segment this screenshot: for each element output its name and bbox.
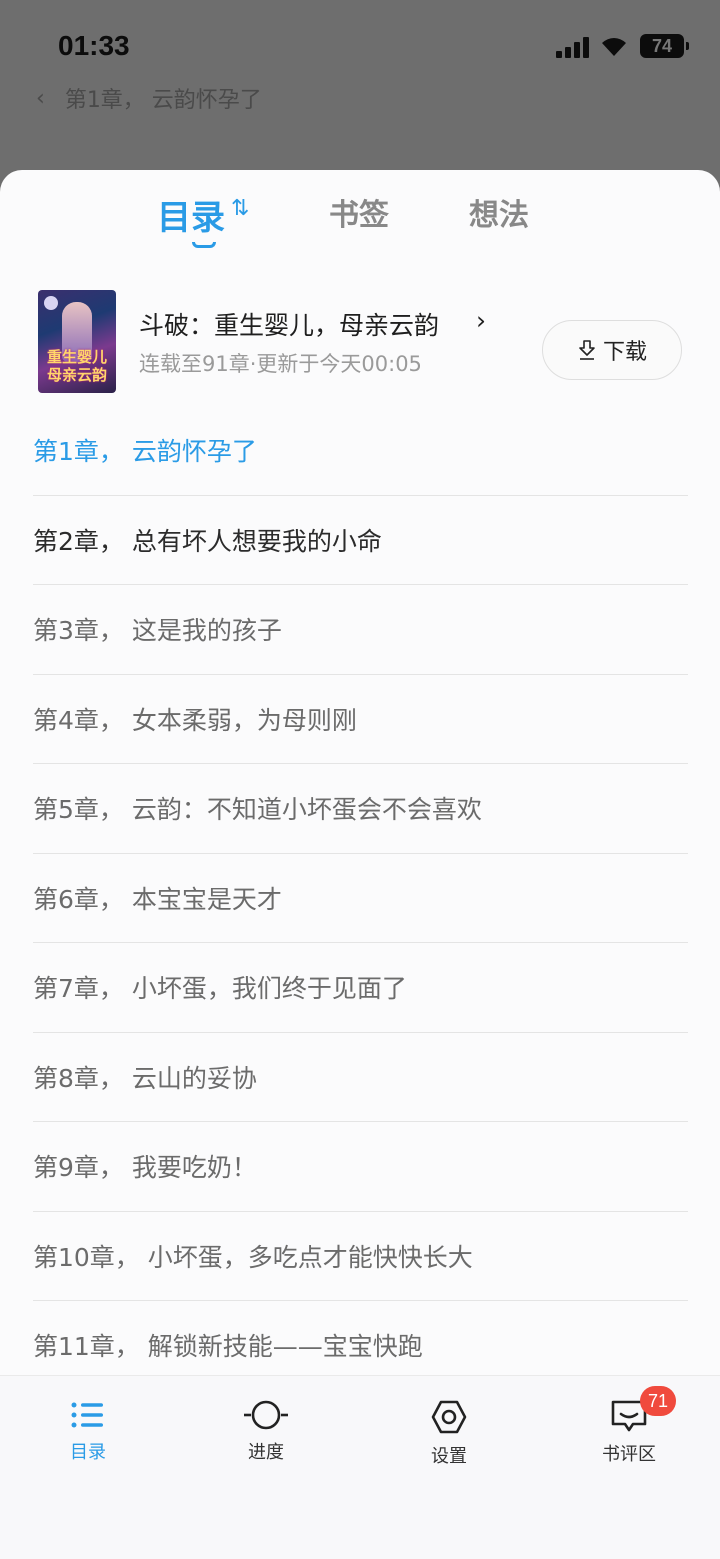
nav-progress-label: 进度 xyxy=(248,1442,284,1463)
nav-toc-label: 目录 xyxy=(70,1442,106,1463)
chapter-item[interactable]: 第3章， 这是我的孩子 xyxy=(33,585,688,675)
battery-tip xyxy=(686,42,689,50)
chapter-item[interactable]: 第10章， 小坏蛋，多吃点才能快快长大 xyxy=(33,1212,688,1301)
chapter-item[interactable]: 第6章， 本宝宝是天才 xyxy=(33,854,688,943)
book-title[interactable]: 斗破：重生婴儿，母亲云韵 xyxy=(139,306,439,342)
chapter-item[interactable]: 第4章， 女本柔弱，为母则刚 xyxy=(33,675,688,764)
sheet-tabs: 目录 ⇅ 书签 想法 xyxy=(0,190,720,260)
review-count-badge: 71 xyxy=(640,1386,676,1416)
download-icon xyxy=(579,340,595,360)
list-icon xyxy=(71,1402,103,1428)
tab-active-indicator xyxy=(192,242,216,248)
tab-bookmark[interactable]: 书签 xyxy=(329,190,389,234)
book-update-meta: 连载至91章·更新于今天00:05 xyxy=(139,352,422,376)
chapter-item[interactable]: 第7章， 小坏蛋，我们终于见面了 xyxy=(33,943,688,1033)
settings-icon xyxy=(431,1400,467,1434)
sort-icon[interactable]: ⇅ xyxy=(231,196,249,221)
download-button[interactable]: 下载 xyxy=(542,320,682,380)
nav-settings[interactable]: 设置 xyxy=(394,1400,504,1468)
reader-chapter-title: 第1章， 云韵怀孕了 xyxy=(64,88,262,113)
progress-icon xyxy=(244,1400,288,1430)
bottom-nav: 目录 进度 设置 71 书评区 xyxy=(0,1375,720,1559)
download-label: 下载 xyxy=(602,340,647,365)
book-info: 重生婴儿 母亲云韵 斗破：重生婴儿，母亲云韵 › 连载至91章·更新于今天00:… xyxy=(38,290,684,394)
tab-ideas[interactable]: 想法 xyxy=(469,190,529,234)
tab-toc[interactable]: 目录 xyxy=(157,190,225,239)
book-cover[interactable]: 重生婴儿 母亲云韵 xyxy=(38,290,116,393)
nav-review-label: 书评区 xyxy=(602,1444,656,1465)
cover-title: 重生婴儿 母亲云韵 xyxy=(46,348,107,384)
wifi-icon xyxy=(602,38,626,56)
toc-sheet: 目录 ⇅ 书签 想法 重生婴儿 母亲云韵 斗破：重生婴儿，母亲云韵 › 连载至9… xyxy=(0,170,720,1559)
reader-header: ‹ 第1章， 云韵怀孕了 xyxy=(36,84,262,114)
nav-review[interactable]: 71 书评区 xyxy=(574,1386,684,1466)
chapter-item[interactable]: 第5章， 云韵：不知道小坏蛋会不会喜欢 xyxy=(33,764,688,854)
nav-progress[interactable]: 进度 xyxy=(211,1400,321,1464)
chapter-item[interactable]: 第1章， 云韵怀孕了 xyxy=(33,406,688,496)
nav-settings-label: 设置 xyxy=(431,1446,467,1467)
chapter-list: 第1章， 云韵怀孕了 第2章， 总有坏人想要我的小命 第3章， 这是我的孩子 第… xyxy=(33,406,688,1391)
chapter-item[interactable]: 第8章， 云山的妥协 xyxy=(33,1033,688,1122)
nav-toc[interactable]: 目录 xyxy=(33,1400,143,1464)
status-time: 01:33 xyxy=(58,30,130,61)
cover-moon xyxy=(44,296,58,310)
chevron-right-icon[interactable]: › xyxy=(476,306,486,335)
back-chevron-icon[interactable]: ‹ xyxy=(36,86,45,111)
cellular-signal-icon xyxy=(556,36,592,58)
status-bar: 01:33 74 xyxy=(0,0,720,90)
chapter-item[interactable]: 第2章， 总有坏人想要我的小命 xyxy=(33,496,688,585)
battery-icon: 74 xyxy=(640,34,684,58)
chapter-item[interactable]: 第9章， 我要吃奶！ xyxy=(33,1122,688,1212)
